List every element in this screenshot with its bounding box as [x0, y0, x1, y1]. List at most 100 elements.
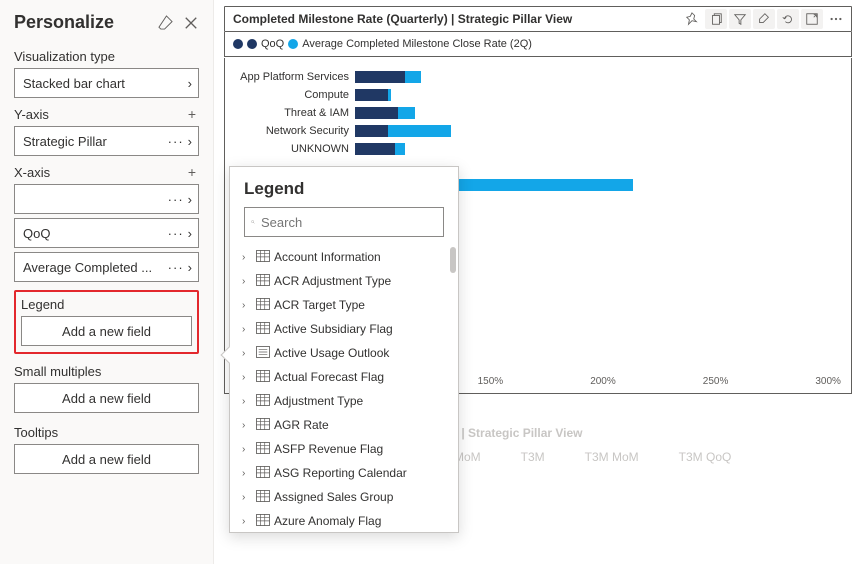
chevron-right-icon: › — [242, 324, 252, 335]
field-item[interactable]: › ASG Reporting Calendar — [230, 461, 458, 485]
chevron-right-icon: › — [188, 226, 192, 241]
field-item[interactable]: ›Adjustment Type — [230, 389, 458, 413]
ghost-column-header: T3M — [521, 450, 545, 464]
viz-type-selector[interactable]: Stacked bar chart › — [14, 68, 199, 98]
reset-icon[interactable] — [777, 9, 799, 29]
search-input-container[interactable] — [244, 207, 444, 237]
category-label: Threat & IAM — [225, 107, 355, 119]
xaxis-field-2[interactable]: QoQ ··· › — [14, 218, 199, 248]
xaxis-label: X-axis — [14, 165, 50, 180]
bar-segment-qoq[interactable] — [355, 89, 388, 101]
table-icon — [256, 394, 270, 409]
legend-label-a: QoQ — [261, 38, 284, 50]
field-item[interactable]: ›Actual Forecast Flag — [230, 365, 458, 389]
xaxis-add-icon[interactable]: + — [185, 164, 199, 180]
small-multiples-label: Small multiples — [14, 364, 101, 379]
table-icon — [256, 274, 270, 289]
yaxis-field[interactable]: Strategic Pillar ··· › — [14, 126, 199, 156]
bar-segment-avg[interactable] — [405, 71, 422, 83]
more-options-icon[interactable] — [825, 9, 847, 29]
ghost-column-header: T3M QoQ — [679, 450, 732, 464]
bar-track — [355, 70, 851, 84]
filter-icon[interactable] — [729, 9, 751, 29]
scrollbar-thumb[interactable] — [450, 247, 456, 273]
more-icon[interactable]: ··· — [168, 226, 184, 241]
bar-segment-avg[interactable] — [388, 125, 451, 137]
more-icon[interactable]: ··· — [168, 192, 184, 207]
copy-icon[interactable] — [705, 9, 727, 29]
viz-type-value: Stacked bar chart — [23, 76, 188, 91]
eraser-icon[interactable] — [157, 15, 173, 31]
category-label: Network Security — [225, 125, 355, 137]
legend-dot-b — [288, 39, 298, 49]
axis-tick: 150% — [478, 376, 504, 387]
pin-icon[interactable] — [681, 9, 703, 29]
more-icon[interactable]: ··· — [168, 134, 184, 149]
chevron-right-icon: › — [242, 372, 252, 383]
small-multiples-add-button[interactable]: Add a new field — [14, 383, 199, 413]
field-item[interactable]: ›Active Subsidiary Flag — [230, 317, 458, 341]
yaxis-label: Y-axis — [14, 107, 49, 122]
search-input[interactable] — [261, 215, 437, 230]
chevron-right-icon: › — [188, 134, 192, 149]
bar-row: Compute — [225, 86, 851, 104]
chevron-right-icon: › — [242, 276, 252, 287]
bar-row: Network Security — [225, 122, 851, 140]
field-item[interactable]: ›ASFP Revenue Flag — [230, 437, 458, 461]
xaxis-field-1[interactable]: ··· › — [14, 184, 199, 214]
more-icon[interactable]: ··· — [168, 260, 184, 275]
table-icon — [256, 346, 270, 361]
bar-segment-qoq[interactable] — [355, 71, 405, 83]
chart-toolbar — [681, 9, 851, 29]
field-item-label: Account Information — [274, 250, 381, 264]
field-item[interactable]: ›Azure Anomaly Flag — [230, 509, 458, 532]
xaxis-value-2: QoQ — [23, 226, 168, 241]
field-list[interactable]: › Account Information ›ACR Adjustment Type… — [230, 245, 458, 532]
bar-segment-qoq[interactable] — [355, 107, 398, 119]
bar-track — [355, 88, 851, 102]
bar-segment-avg[interactable] — [398, 107, 415, 119]
bar-row: Threat & IAM — [225, 104, 851, 122]
personalize-panel: Personalize Visualization type Stacked b… — [0, 0, 214, 564]
field-item-label: Azure Anomaly Flag — [274, 514, 381, 528]
field-item[interactable]: ›Active Usage Outlook — [230, 341, 458, 365]
chevron-right-icon: › — [188, 76, 192, 91]
yaxis-value: Strategic Pillar — [23, 134, 168, 149]
xaxis-field-3[interactable]: Average Completed ... ··· › — [14, 252, 199, 282]
category-label: UNKNOWN — [225, 143, 355, 155]
legend-swatch-dark — [233, 39, 243, 49]
bar-segment-qoq[interactable] — [355, 143, 395, 155]
category-label: Compute — [225, 89, 355, 101]
field-item-label: ASG Reporting Calendar — [274, 466, 407, 480]
chevron-right-icon: › — [242, 252, 252, 263]
legend-add-field-button[interactable]: Add a new field — [21, 316, 192, 346]
chevron-right-icon: › — [242, 420, 252, 431]
field-item[interactable]: ›ACR Adjustment Type — [230, 269, 458, 293]
field-item-label: ASFP Revenue Flag — [274, 442, 383, 456]
ghost-column-header: T3M MoM — [585, 450, 639, 464]
yaxis-add-icon[interactable]: + — [185, 106, 199, 122]
close-icon[interactable] — [183, 15, 199, 31]
axis-tick: 200% — [590, 376, 616, 387]
table-icon — [256, 466, 270, 481]
bar-track — [355, 124, 851, 138]
field-item[interactable]: ›Assigned Sales Group — [230, 485, 458, 509]
xaxis-value-3: Average Completed ... — [23, 260, 168, 275]
chevron-right-icon: › — [242, 300, 252, 311]
personalize-icon[interactable] — [753, 9, 775, 29]
bar-segment-qoq[interactable] — [355, 125, 388, 137]
legend-label: Legend — [21, 297, 192, 312]
tooltips-add-button[interactable]: Add a new field — [14, 444, 199, 474]
field-item-label: Active Usage Outlook — [274, 346, 389, 360]
field-item[interactable]: ›AGR Rate — [230, 413, 458, 437]
field-item[interactable]: ›ACR Target Type — [230, 293, 458, 317]
table-icon — [256, 442, 270, 457]
bar-segment-avg[interactable] — [395, 143, 405, 155]
table-icon — [256, 514, 270, 529]
axis-tick: 300% — [815, 376, 841, 387]
field-item[interactable]: › Account Information — [230, 245, 458, 269]
search-icon — [251, 215, 255, 229]
bar-segment-avg[interactable] — [388, 89, 391, 101]
chevron-right-icon: › — [242, 468, 252, 479]
focus-icon[interactable] — [801, 9, 823, 29]
